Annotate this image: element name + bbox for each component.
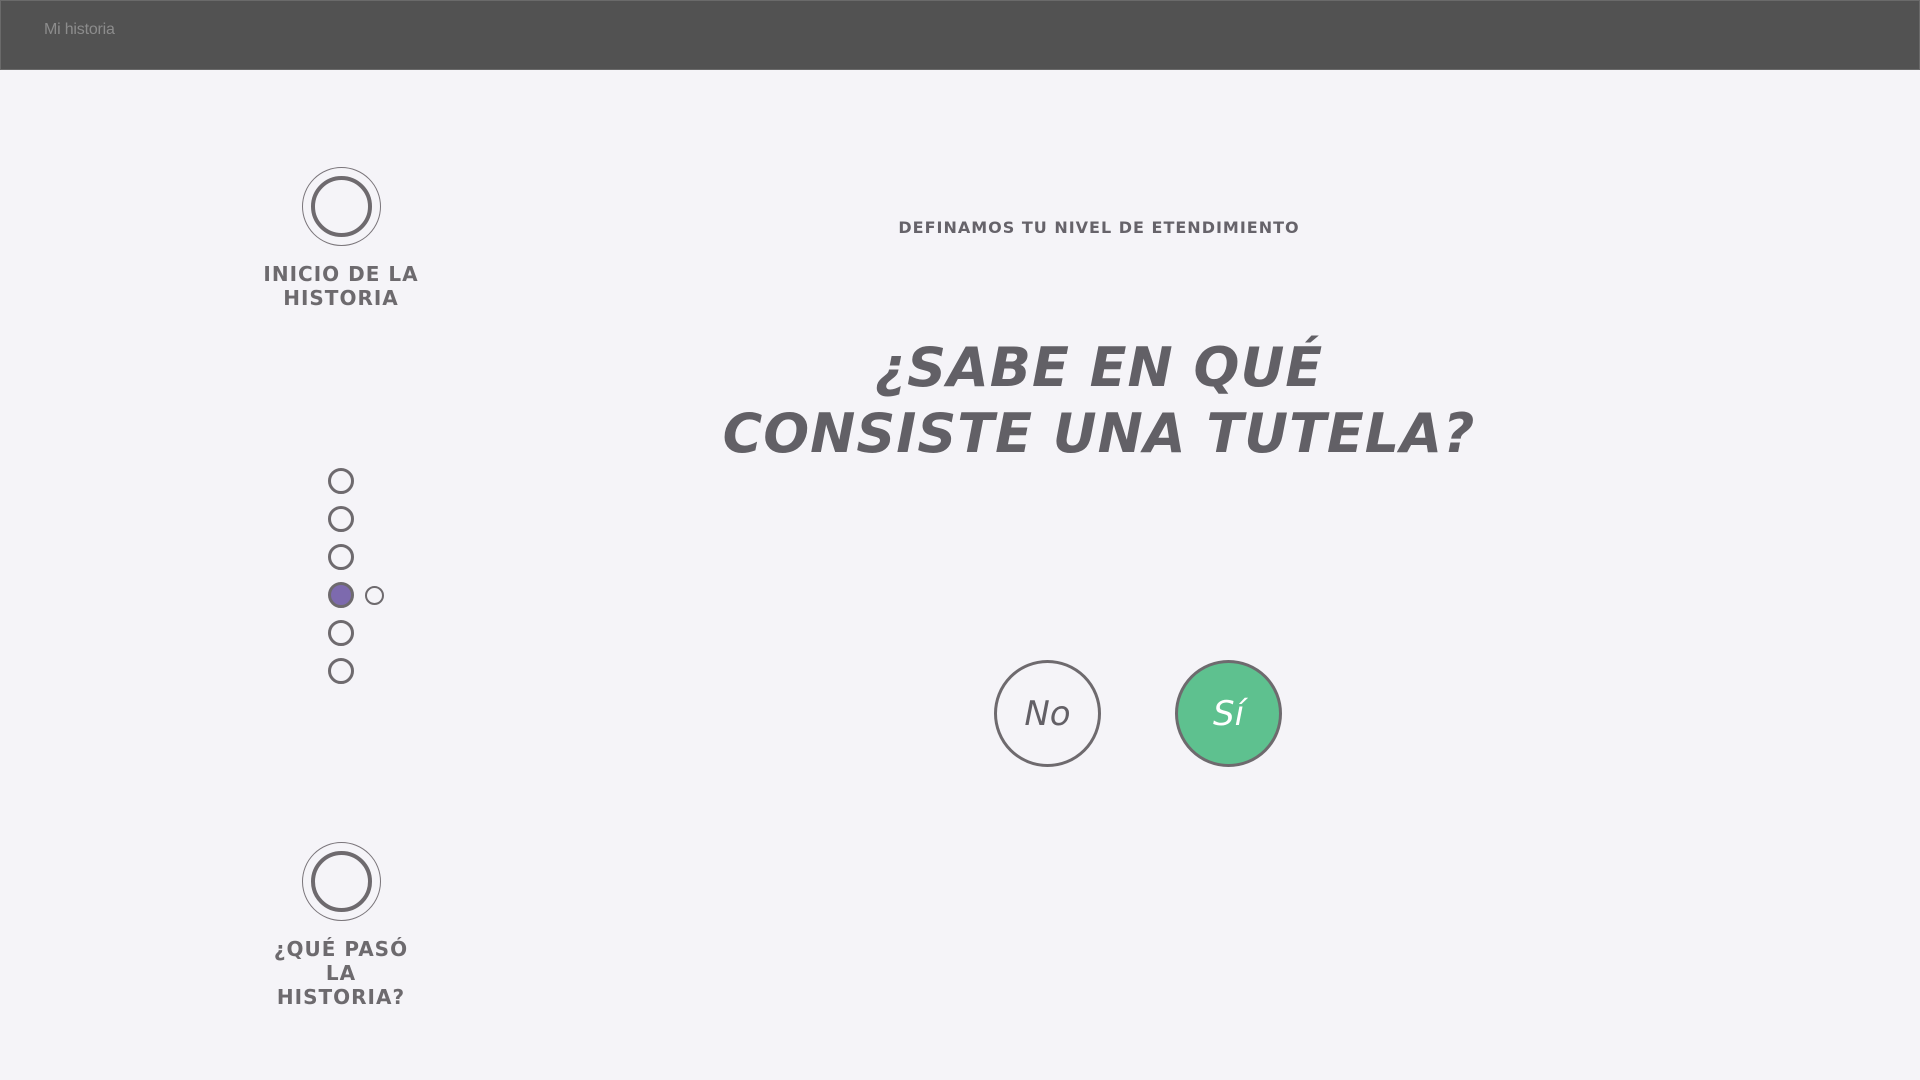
answer-no-label: No	[1024, 693, 1071, 734]
milestone-end-ring-icon	[301, 842, 381, 921]
question-line-1: ¿Sabe en qué	[874, 336, 1324, 399]
progress-step-4-current[interactable]	[328, 582, 354, 608]
progress-step-2[interactable]	[328, 506, 354, 532]
answer-yes-button[interactable]: Sí	[1175, 660, 1282, 767]
question-heading: ¿Sabe en qué consiste una tutela?	[700, 335, 1498, 467]
milestone-end[interactable]: ¿QUÉ PASÓ LA HISTORIA?	[241, 842, 441, 1009]
section-eyebrow: DEFINAMOS TU NIVEL DE ETENDIMIENTO	[898, 218, 1300, 237]
progress-step-5[interactable]	[328, 620, 354, 646]
milestone-start[interactable]: INICIO DE LA HISTORIA	[241, 167, 441, 310]
top-bar: Mi historia	[0, 0, 1920, 70]
milestone-end-label: ¿QUÉ PASÓ LA HISTORIA?	[273, 937, 409, 1009]
milestone-start-ring-icon	[301, 167, 381, 246]
progress-step-1[interactable]	[328, 468, 354, 494]
progress-step-3[interactable]	[328, 544, 354, 570]
progress-substep[interactable]	[365, 586, 384, 605]
progress-step-6[interactable]	[328, 658, 354, 684]
app-title: Mi historia	[44, 21, 115, 38]
answer-no-button[interactable]: No	[994, 660, 1101, 767]
answer-yes-label: Sí	[1212, 693, 1245, 734]
milestone-start-label: INICIO DE LA HISTORIA	[263, 262, 419, 310]
question-line-2: consiste una tutela?	[722, 402, 1476, 465]
